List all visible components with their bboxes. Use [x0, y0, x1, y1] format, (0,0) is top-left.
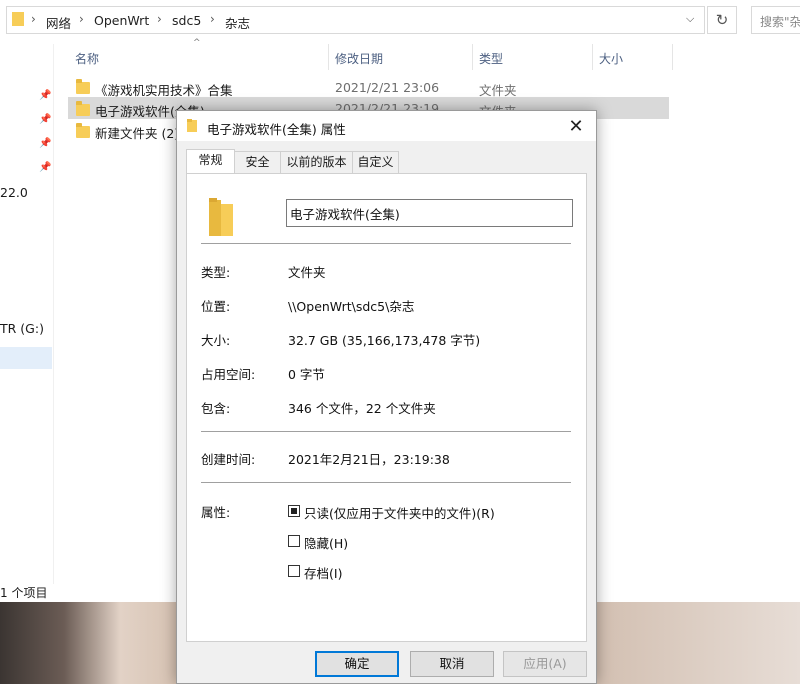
refresh-icon: ↻ [715, 11, 729, 29]
folder-icon [187, 119, 197, 132]
column-divider[interactable] [328, 44, 329, 70]
status-bar-text: 1 个项目 [0, 586, 48, 600]
breadcrumb-openwrt[interactable]: OpenWrt [94, 13, 149, 28]
properties-dialog: 电子游戏软件(全集) 属性 ✕ 常规 安全 以前的版本 自定义 类型: 文件夹 … [176, 110, 597, 684]
readonly-label[interactable]: 只读(仅应用于文件夹中的文件)(R) [304, 503, 495, 522]
archive-label[interactable]: 存档(I) [304, 563, 342, 582]
chevron-right-icon: › [210, 12, 215, 26]
folder-icon [76, 79, 90, 94]
general-tab-panel: 类型: 文件夹 位置: \\OpenWrt\sdc5\杂志 大小: 32.7 G… [186, 173, 587, 642]
column-divider[interactable] [672, 44, 673, 70]
size-value: 32.7 GB (35,166,173,478 字节) [288, 333, 481, 348]
contains-label: 包含: [201, 401, 231, 416]
archive-checkbox[interactable] [288, 565, 300, 577]
sort-arrow-icon: ^ [193, 38, 201, 48]
divider [201, 431, 571, 432]
nav-item-label[interactable]: TR (G:) [0, 321, 44, 336]
folder-icon [76, 101, 90, 116]
close-icon: ✕ [568, 115, 584, 137]
type-label: 类型: [201, 265, 231, 280]
chevron-down-icon[interactable]: ⌵ [686, 12, 694, 26]
hidden-checkbox[interactable] [288, 535, 300, 547]
breadcrumb-current[interactable]: 杂志 [225, 13, 250, 32]
chevron-right-icon: › [79, 12, 84, 26]
pin-icon: 📌 [39, 138, 52, 149]
tab-general[interactable]: 常规 [186, 149, 235, 174]
divider [201, 482, 571, 483]
dialog-titlebar[interactable]: 电子游戏软件(全集) 属性 ✕ [177, 111, 596, 141]
folder-icon [76, 123, 90, 138]
column-type[interactable]: 类型 [479, 50, 503, 67]
created-label: 创建时间: [201, 452, 256, 467]
type-value: 文件夹 [288, 265, 326, 280]
nav-item-label[interactable]: 22.0 [0, 185, 28, 200]
readonly-checkbox[interactable] [288, 505, 300, 517]
tab-customize[interactable]: 自定义 [352, 151, 399, 173]
file-type: 文件夹 [479, 83, 517, 98]
breadcrumb-sdc5[interactable]: sdc5 [172, 13, 201, 28]
ok-button[interactable]: 确定 [315, 651, 399, 677]
folder-icon [12, 12, 24, 26]
column-divider[interactable] [592, 44, 593, 70]
hidden-label[interactable]: 隐藏(H) [304, 533, 348, 552]
search-input[interactable]: 搜索"杂 [751, 6, 800, 34]
pin-icon: 📌 [39, 162, 52, 173]
close-button[interactable]: ✕ [557, 111, 595, 141]
divider [201, 243, 571, 244]
nav-pane-divider [53, 44, 54, 584]
column-name[interactable]: 名称 [75, 50, 99, 67]
file-modified: 2021/2/21 23:06 [335, 80, 440, 95]
tab-security[interactable]: 安全 [234, 151, 281, 173]
nav-item-selected[interactable] [0, 347, 52, 369]
dialog-title: 电子游戏软件(全集) 属性 [207, 122, 346, 137]
breadcrumb-network[interactable]: 网络 [46, 13, 71, 32]
chevron-right-icon: › [31, 12, 36, 26]
tab-previous-versions[interactable]: 以前的版本 [280, 151, 353, 173]
location-value: \\OpenWrt\sdc5\杂志 [288, 299, 415, 314]
created-value: 2021年2月21日，23:19:38 [288, 452, 450, 467]
folder-icon [209, 198, 233, 236]
column-divider[interactable] [472, 44, 473, 70]
attributes-label: 属性: [201, 505, 231, 520]
pin-icon: 📌 [39, 90, 52, 101]
contains-value: 346 个文件，22 个文件夹 [288, 401, 436, 416]
refresh-button[interactable]: ↻ [707, 6, 737, 34]
size-on-disk-label: 占用空间: [201, 367, 256, 382]
location-label: 位置: [201, 299, 231, 314]
pin-icon: 📌 [39, 114, 52, 125]
size-label: 大小: [201, 333, 231, 348]
folder-name-field[interactable] [286, 199, 573, 227]
file-name[interactable]: 新建文件夹 (2) [95, 123, 179, 142]
chevron-right-icon: › [157, 12, 162, 26]
column-size[interactable]: 大小 [599, 50, 623, 67]
size-on-disk-value: 0 字节 [288, 367, 325, 382]
apply-button[interactable]: 应用(A) [503, 651, 587, 677]
cancel-button[interactable]: 取消 [410, 651, 494, 677]
column-modified[interactable]: 修改日期 [335, 50, 383, 67]
file-name[interactable]: 《游戏机实用技术》合集 [95, 80, 233, 99]
